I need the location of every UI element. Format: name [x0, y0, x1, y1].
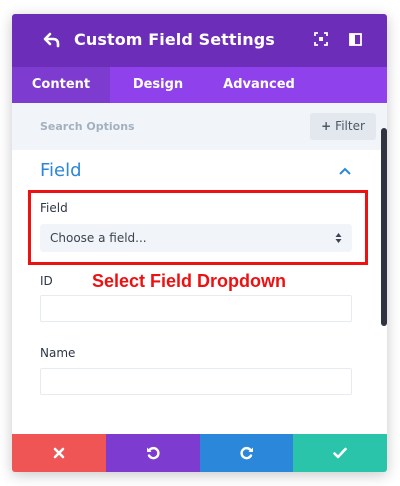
checkmark-icon	[333, 447, 347, 459]
filter-label: Filter	[335, 119, 365, 133]
name-label: Name	[40, 346, 76, 360]
undo-button[interactable]	[106, 434, 200, 472]
name-field[interactable]	[40, 368, 352, 395]
search-input[interactable]	[24, 113, 304, 139]
discard-button[interactable]	[12, 434, 106, 472]
redo-button[interactable]	[200, 434, 293, 472]
modal-header: Custom Field Settings	[12, 14, 387, 67]
back-arrow-icon[interactable]	[42, 30, 62, 50]
plus-icon: +	[321, 119, 332, 133]
close-icon	[53, 447, 65, 459]
split-view-icon[interactable]	[349, 33, 362, 46]
search-bar: +Filter	[12, 103, 387, 150]
id-field[interactable]	[40, 295, 352, 322]
tab-advanced[interactable]: Advanced	[206, 67, 312, 103]
id-label: ID	[40, 274, 53, 288]
section-title[interactable]: Field	[40, 160, 82, 181]
modal-footer	[12, 434, 387, 472]
field-select[interactable]: Choose a field...	[40, 224, 352, 252]
expand-icon[interactable]	[314, 32, 328, 46]
field-select-value: Choose a field...	[50, 231, 147, 245]
chevron-up-icon[interactable]	[338, 166, 352, 176]
up-down-arrows-icon	[335, 233, 342, 243]
undo-icon	[147, 446, 160, 460]
redo-icon	[239, 446, 253, 460]
settings-modal: Custom Field Settings Content Design Adv…	[12, 14, 387, 472]
tab-design[interactable]: Design	[110, 67, 206, 103]
field-label: Field	[40, 201, 68, 215]
annotation-text: Select Field Dropdown	[92, 271, 287, 291]
scrollbar[interactable]	[381, 128, 387, 326]
modal-title: Custom Field Settings	[74, 30, 275, 49]
tab-bar: Content Design Advanced	[12, 67, 387, 103]
tab-content[interactable]: Content	[12, 67, 110, 103]
filter-button[interactable]: + Filter	[310, 113, 376, 140]
save-button[interactable]	[293, 434, 387, 472]
